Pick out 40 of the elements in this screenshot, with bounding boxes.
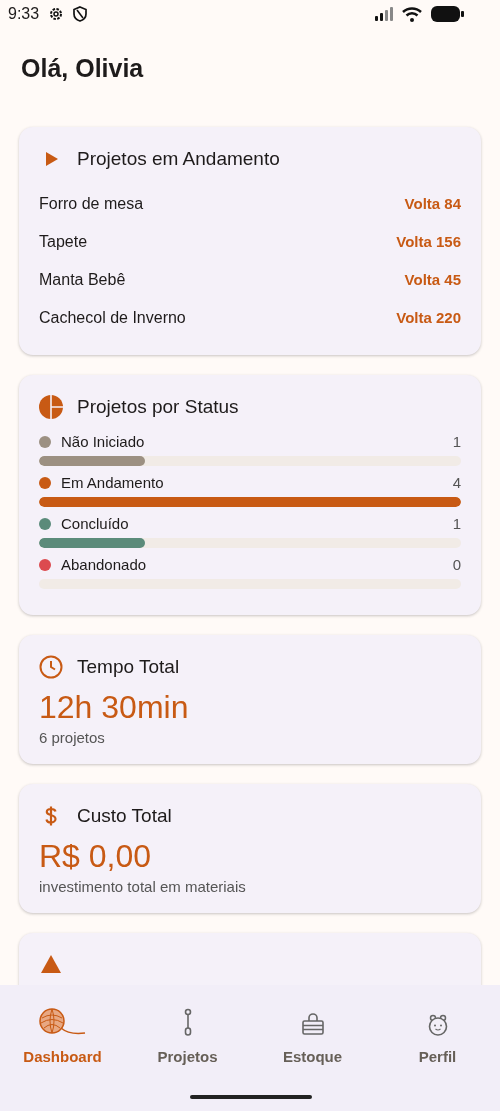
- clock-icon: [39, 655, 63, 679]
- card-title: Tempo Total: [77, 656, 180, 678]
- status-count: 4: [452, 474, 461, 491]
- status-count: 1: [452, 515, 461, 532]
- card-title: Projetos por Status: [77, 396, 239, 418]
- status-label: Em Andamento: [61, 474, 165, 491]
- nav-tab[interactable]: Estoque: [257, 1003, 368, 1065]
- total-time-value: 12h 30min: [39, 689, 190, 726]
- yarn-ball-icon: [38, 1008, 87, 1036]
- round-count: Volta 156: [396, 233, 461, 251]
- round-count: Volta 45: [404, 271, 461, 289]
- signal-icon: [375, 7, 393, 21]
- battery-icon: [431, 6, 464, 22]
- shield-icon: [73, 6, 88, 22]
- nav-tab[interactable]: Dashboard: [7, 1003, 118, 1065]
- project-name: Manta Bebê: [39, 271, 126, 289]
- card-title: Custo Total: [77, 805, 172, 827]
- round-count: Volta 220: [396, 309, 461, 327]
- nav-tab[interactable]: Projetos: [132, 1003, 243, 1065]
- card-title: Projetos em Andamento: [77, 148, 280, 170]
- status-count: 0: [452, 556, 461, 573]
- project-name: Tapete: [39, 233, 88, 251]
- nav-tab[interactable]: Perfil: [382, 1003, 493, 1065]
- face-icon: [426, 1014, 449, 1036]
- caption-text: investimento total em materiais: [39, 878, 247, 895]
- greeting-title: Olá, Olivia: [21, 54, 145, 83]
- round-count: Volta 84: [404, 195, 461, 213]
- total-cost-value: R$ 0,00: [39, 838, 153, 875]
- settings-icon: [48, 6, 65, 22]
- status-label: Não Iniciado: [61, 433, 146, 450]
- status-label: Concluído: [61, 515, 130, 532]
- status-time: 9:33: [8, 5, 40, 23]
- status-label: Abandonado: [61, 556, 148, 573]
- pie-chart-icon: [39, 395, 63, 419]
- basket-icon: [300, 1012, 325, 1036]
- project-name: Cachecol de Inverno: [39, 309, 186, 327]
- status-count: 1: [452, 433, 461, 450]
- caption-text: 6 projetos: [39, 729, 106, 746]
- project-name: Forro de mesa: [39, 195, 144, 213]
- wifi-icon: [402, 6, 422, 22]
